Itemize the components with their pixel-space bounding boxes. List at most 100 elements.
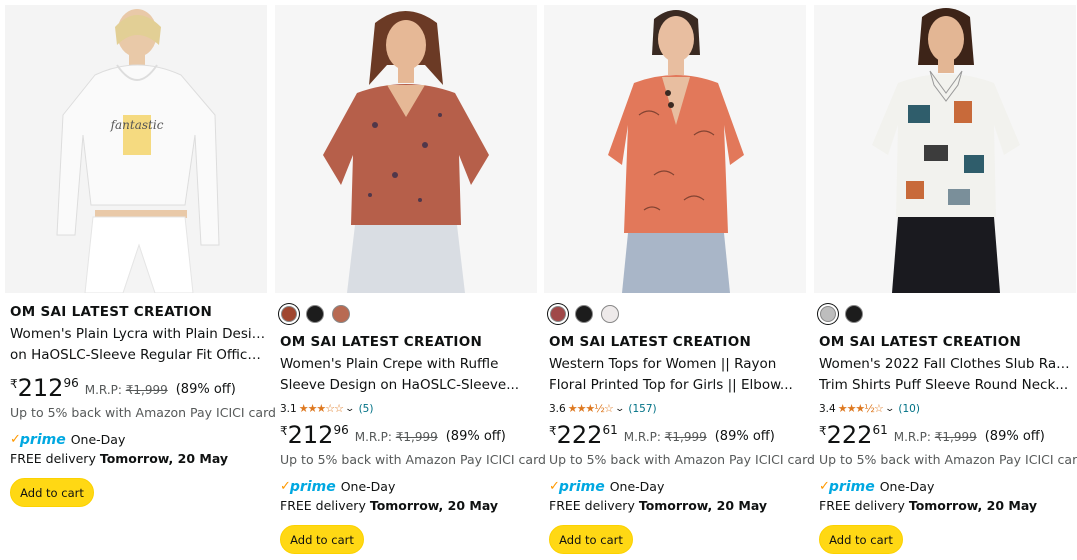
title-line[interactable]: Women's Plain Crepe with Ruffle — [280, 354, 538, 375]
add-to-cart-button[interactable]: Add to cart — [819, 525, 903, 554]
prime-badge: ✓ prime One-Day — [280, 478, 537, 496]
color-swatch-selected[interactable] — [550, 306, 566, 322]
delivery-info: FREE delivery Tomorrow, 20 May — [280, 497, 537, 515]
title-line[interactable]: Women's 2022 Fall Clothes Slub Rayon — [819, 354, 1077, 375]
rating-count-link[interactable]: (10) — [898, 401, 920, 417]
currency-symbol: ₹ — [549, 424, 557, 438]
rating-row[interactable]: 3.1 ★★★☆☆ ⌄ (5) — [280, 401, 537, 417]
delivery-info: FREE delivery Tomorrow, 20 May — [819, 497, 1076, 515]
delivery-prefix: FREE delivery — [819, 498, 909, 513]
delivery-date: Tomorrow, 20 May — [99, 451, 229, 466]
product-card[interactable]: OM SAI LATEST CREATION Western Tops for … — [544, 5, 815, 560]
title-line[interactable]: Western Tops for Women || Rayon — [549, 354, 807, 375]
currency-symbol: ₹ — [280, 424, 288, 438]
product-card[interactable]: OM SAI LATEST CREATION Women's Plain Cre… — [275, 5, 546, 560]
star-rating-icon[interactable]: ★★★☆☆ — [299, 401, 344, 417]
delivery-date: Tomorrow, 20 May — [369, 498, 499, 513]
printed-collar-shirt-photo — [814, 5, 1076, 293]
price-whole: 212 — [287, 421, 334, 449]
product-info: OM SAI LATEST CREATION Western Tops for … — [549, 332, 815, 554]
color-swatch-selected[interactable] — [820, 306, 836, 322]
product-title[interactable]: Women's Plain Lycra with Plain Design on… — [10, 324, 268, 368]
cashback-offer: Up to 5% back with Amazon Pay ICICI card — [819, 452, 1077, 467]
product-image[interactable] — [814, 5, 1076, 293]
color-swatch[interactable] — [601, 305, 619, 323]
price-row: ₹ 222 61 M.R.P: ₹1,999 (89% off) — [549, 421, 806, 451]
product-info: OM SAI LATEST CREATION Women's Plain Cre… — [280, 332, 546, 554]
prime-badge: ✓ prime One-Day — [10, 431, 267, 449]
currency-symbol: ₹ — [819, 424, 827, 438]
mrp: M.R.P: ₹1,999 — [894, 430, 977, 444]
white-hoodie-crop-top-photo: fantastic — [5, 5, 267, 293]
title-line[interactable]: Trim Shirts Puff Sleeve Round Neck... — [819, 375, 1077, 396]
prime-speed: One-Day — [70, 432, 126, 447]
price-whole: 222 — [826, 421, 873, 449]
rating-row[interactable]: 3.4 ★★★½☆ ⌄ (10) — [819, 401, 1076, 417]
discount-percent: (89% off) — [445, 429, 506, 444]
rating-count-link[interactable]: (5) — [359, 401, 374, 417]
add-to-cart-button[interactable]: Add to cart — [549, 525, 633, 554]
product-card[interactable]: fantastic OM SAI LATEST CREATION Women's… — [5, 5, 276, 560]
product-image[interactable] — [275, 5, 537, 293]
price-whole: 212 — [17, 374, 64, 402]
discount-percent: (89% off) — [714, 429, 775, 444]
prime-logo: prime — [289, 479, 336, 495]
chevron-down-icon[interactable]: ⌄ — [884, 401, 895, 417]
star-rating-icon[interactable]: ★★★½☆ — [838, 401, 884, 417]
color-swatches — [280, 305, 350, 323]
rating-count-link[interactable]: (157) — [628, 401, 656, 417]
discount-percent: (89% off) — [984, 429, 1045, 444]
add-to-cart-button[interactable]: Add to cart — [280, 525, 364, 554]
rating-value: 3.4 — [819, 403, 836, 415]
price-fraction: 96 — [333, 423, 349, 437]
color-swatch-selected[interactable] — [281, 306, 297, 322]
mrp-label: M.R.P: — [84, 383, 126, 397]
prime-badge: ✓ prime One-Day — [819, 478, 1076, 496]
mrp-value: ₹1,999 — [395, 430, 438, 444]
title-line[interactable]: Women's Plain Lycra with Plain Design — [10, 324, 268, 345]
cashback-offer: Up to 5% back with Amazon Pay ICICI card — [280, 452, 546, 467]
color-swatches — [819, 305, 863, 323]
price-fraction: 61 — [872, 423, 888, 437]
price-whole: 222 — [556, 421, 603, 449]
product-title[interactable]: Women's Plain Crepe with Ruffle Sleeve D… — [280, 354, 538, 398]
color-swatch[interactable] — [575, 305, 593, 323]
delivery-prefix: FREE delivery — [280, 498, 370, 513]
price-row: ₹ 212 96 M.R.P: ₹1,999 (89% off) — [280, 421, 537, 451]
product-title[interactable]: Women's 2022 Fall Clothes Slub Rayon Tri… — [819, 354, 1077, 398]
delivery-prefix: FREE delivery — [10, 451, 100, 466]
chevron-down-icon[interactable]: ⌄ — [614, 401, 625, 417]
delivery-date: Tomorrow, 20 May — [908, 498, 1038, 513]
product-image[interactable] — [544, 5, 806, 293]
color-swatches — [549, 305, 619, 323]
color-swatch[interactable] — [845, 305, 863, 323]
mrp-label: M.R.P: — [893, 430, 935, 444]
mrp: M.R.P: ₹1,999 — [85, 383, 168, 397]
product-image[interactable]: fantastic — [5, 5, 267, 293]
price-row: ₹ 212 96 M.R.P: ₹1,999 (89% off) — [10, 374, 267, 404]
add-to-cart-button[interactable]: Add to cart — [10, 478, 94, 507]
star-rating-icon[interactable]: ★★★½☆ — [568, 401, 614, 417]
cashback-offer: Up to 5% back with Amazon Pay ICICI card — [549, 452, 815, 467]
svg-text:fantastic: fantastic — [110, 118, 164, 132]
color-swatch[interactable] — [306, 305, 324, 323]
title-line[interactable]: Sleeve Design on HaOSLC-Sleeve... — [280, 375, 538, 396]
prime-badge: ✓ prime One-Day — [549, 478, 806, 496]
rating-value: 3.6 — [549, 403, 566, 415]
delivery-info: FREE delivery Tomorrow, 20 May — [549, 497, 806, 515]
brand-name: OM SAI LATEST CREATION — [549, 334, 752, 350]
discount-percent: (89% off) — [175, 382, 236, 397]
product-title[interactable]: Western Tops for Women || Rayon Floral P… — [549, 354, 807, 398]
rating-row[interactable]: 3.6 ★★★½☆ ⌄ (157) — [549, 401, 806, 417]
brand-name: OM SAI LATEST CREATION — [819, 334, 1022, 350]
prime-speed: One-Day — [879, 479, 935, 494]
color-swatch[interactable] — [332, 305, 350, 323]
price-fraction: 96 — [63, 376, 79, 390]
coral-floral-vneck-top-photo — [544, 5, 806, 293]
product-card[interactable]: OM SAI LATEST CREATION Women's 2022 Fall… — [814, 5, 1077, 560]
title-line[interactable]: on HaOSLC-Sleeve Regular Fit Office... — [10, 345, 268, 366]
chevron-down-icon[interactable]: ⌄ — [345, 401, 356, 417]
delivery-date: Tomorrow, 20 May — [638, 498, 768, 513]
title-line[interactable]: Floral Printed Top for Girls || Elbow... — [549, 375, 807, 396]
mrp-label: M.R.P: — [623, 430, 665, 444]
